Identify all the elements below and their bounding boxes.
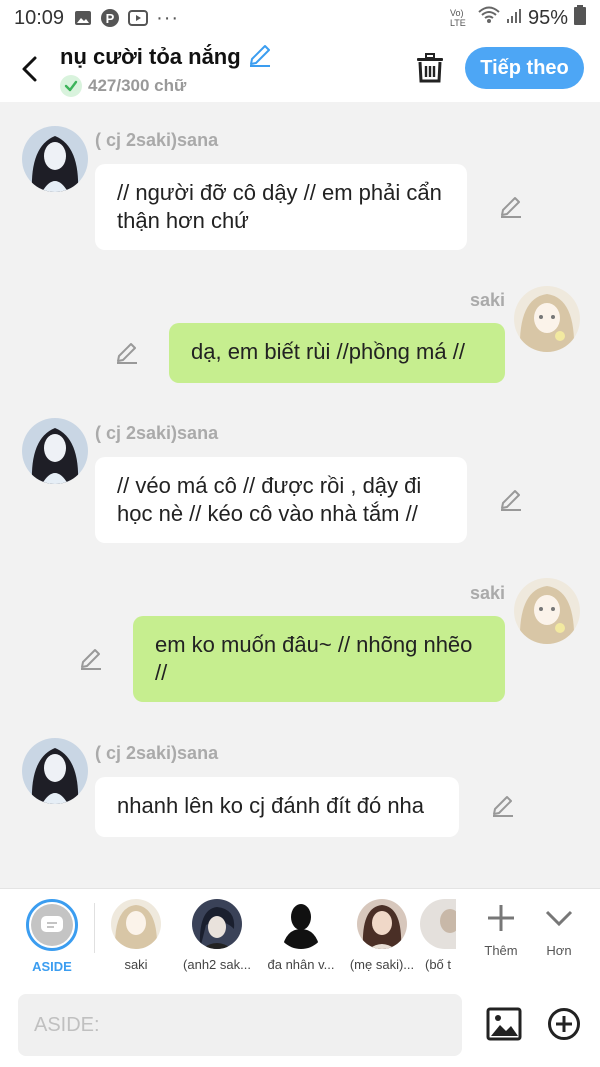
character-label: đa nhân v... — [267, 957, 335, 972]
message-sender: ( cj 2saki)sana — [95, 743, 219, 763]
pencil-icon[interactable] — [489, 792, 517, 820]
message-bubble[interactable]: dạ, em biết rùi //phồng má // — [169, 323, 505, 383]
status-bar: 10:09 P ··· Vo) LTE 95% — [0, 0, 600, 36]
title-area: nụ cười tỏa nắng 427/300 chữ — [60, 42, 273, 97]
svg-text:P: P — [106, 11, 115, 26]
silhouette-avatar — [276, 899, 326, 949]
more-dots-icon: ··· — [156, 6, 180, 29]
video-icon — [128, 9, 149, 27]
story-title: nụ cười tỏa nắng — [60, 44, 241, 69]
saki-avatar — [111, 899, 161, 949]
saki-avatar[interactable] — [514, 578, 580, 644]
character-label: ASIDE — [32, 959, 72, 974]
chat-thread: ( cj 2saki)sana // người đỡ cô dậy // em… — [0, 102, 600, 888]
check-icon — [60, 74, 82, 97]
battery-level: 95% — [527, 6, 568, 29]
battery-icon — [574, 5, 586, 31]
delete-button[interactable] — [412, 50, 448, 86]
saki-avatar[interactable] — [514, 286, 580, 352]
chat-header: nụ cười tỏa nắng 427/300 chữ Tiếp theo — [0, 36, 600, 102]
add-label: Thêm — [484, 943, 518, 958]
add-button[interactable] — [546, 1006, 582, 1042]
signal-icon — [506, 7, 522, 30]
sana-avatar[interactable] — [22, 738, 88, 804]
composer — [0, 984, 600, 1067]
character-label: (mẹ saki)... — [349, 957, 415, 972]
character-saki[interactable]: saki — [96, 899, 176, 972]
more-label: Hơn — [546, 943, 572, 958]
chevron-down-icon — [545, 910, 573, 927]
trash-icon — [417, 53, 443, 83]
more-button[interactable]: Hơn — [534, 903, 584, 958]
character-aside[interactable]: ASIDE — [12, 899, 92, 974]
insert-image-button[interactable] — [484, 1004, 524, 1044]
message-bubble[interactable]: nhanh lên ko cj đánh đít đó nha — [95, 777, 459, 837]
bo-avatar — [420, 899, 456, 949]
pencil-icon[interactable] — [113, 339, 141, 367]
aside-chat-icon — [31, 904, 73, 946]
message-bubble[interactable]: // người đỡ cô dậy // em phải cẩn thận h… — [95, 164, 467, 250]
character-anh2[interactable]: (anh2 sak... — [177, 899, 257, 972]
edit-title-icon[interactable] — [247, 42, 273, 73]
sana-avatar[interactable] — [22, 126, 88, 192]
character-bo[interactable]: (bố t — [420, 899, 456, 972]
plus-icon — [488, 905, 514, 931]
chevron-left-icon — [22, 56, 37, 82]
pencil-icon[interactable] — [497, 486, 525, 514]
next-button[interactable]: Tiếp theo — [465, 47, 584, 89]
me-saki-avatar — [357, 899, 407, 949]
pinterest-icon: P — [100, 8, 120, 28]
message-sender: saki — [470, 583, 506, 603]
message-sender: ( cj 2saki)sana — [95, 130, 219, 150]
volte-icon: Vo) LTE — [449, 8, 466, 28]
message-bubble[interactable]: // véo má cô // được rồi , dậy đi học nè… — [95, 457, 467, 543]
status-time: 10:09 — [14, 6, 65, 29]
character-label: saki — [124, 957, 148, 972]
divider — [94, 903, 95, 953]
back-button[interactable] — [0, 36, 60, 102]
gallery-icon — [74, 9, 92, 27]
sana-avatar[interactable] — [22, 418, 88, 484]
pencil-icon[interactable] — [77, 645, 105, 673]
character-me-saki[interactable]: (mẹ saki)... — [342, 899, 422, 972]
message-sender: ( cj 2saki)sana — [95, 423, 219, 443]
pencil-icon[interactable] — [497, 193, 525, 221]
word-count: 427/300 chữ — [88, 75, 187, 95]
character-label: (bố t — [424, 957, 451, 972]
message-bubble[interactable]: em ko muốn đâu~ // nhõng nhẽo // — [133, 616, 505, 702]
character-label: (anh2 sak... — [183, 957, 251, 972]
status-right: Vo) LTE 95% — [450, 5, 586, 31]
wifi-icon — [478, 6, 500, 30]
anh2-avatar — [192, 899, 242, 949]
character-selector: ASIDE saki (anh2 sak... đa nhân v... (mẹ… — [0, 888, 600, 984]
message-sender: saki — [470, 290, 506, 310]
message-input[interactable] — [18, 994, 462, 1056]
add-character-button[interactable]: Thêm — [476, 903, 526, 958]
plus-circle-icon — [548, 1008, 580, 1040]
character-da-nhan-vat[interactable]: đa nhân v... — [261, 899, 341, 972]
image-icon — [486, 1007, 522, 1041]
